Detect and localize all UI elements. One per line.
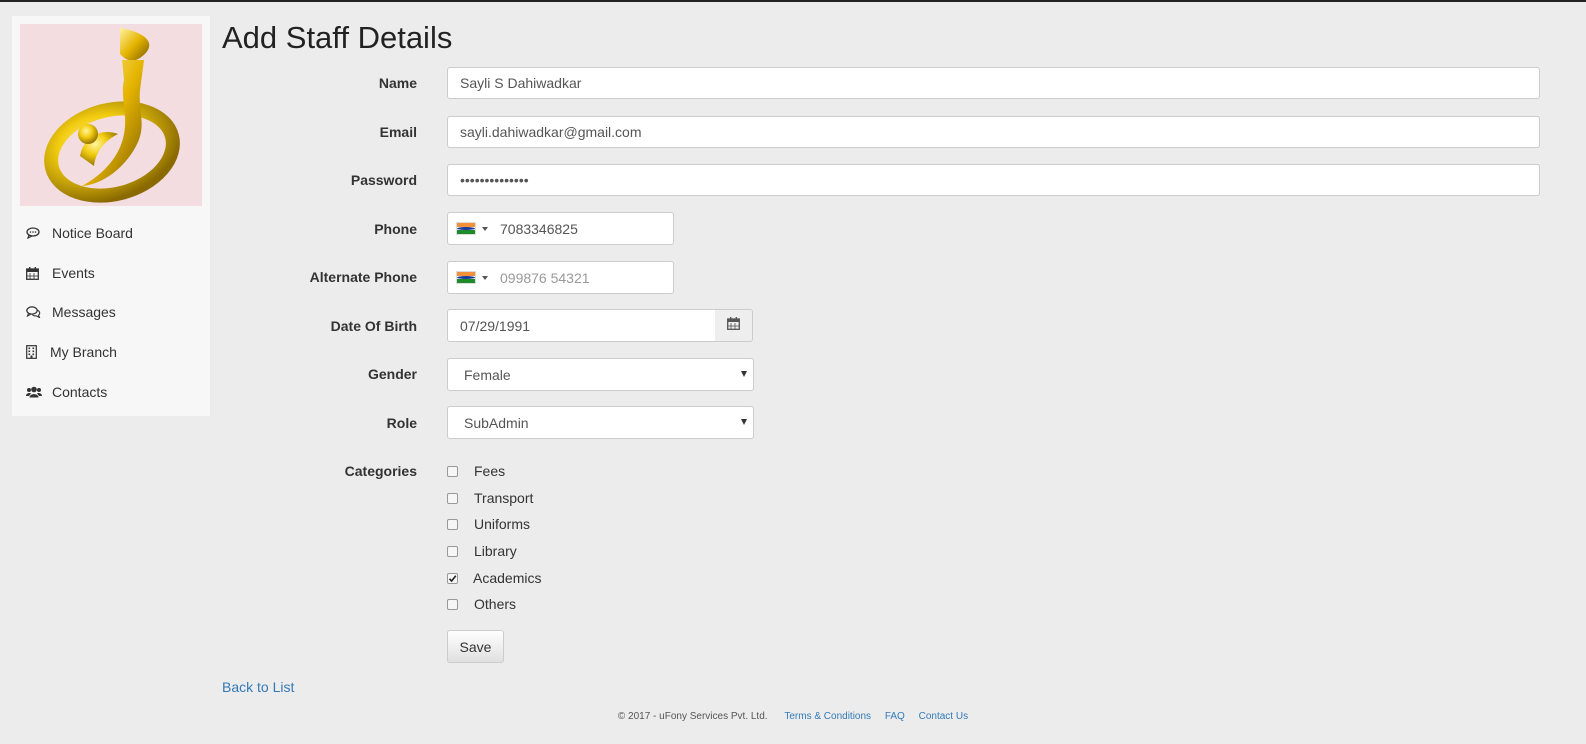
dropdown-arrow-icon — [741, 419, 747, 425]
uniforms-checkbox[interactable] — [447, 518, 458, 530]
caret-down-icon — [482, 226, 488, 231]
email-input[interactable] — [447, 116, 1540, 148]
category-option-fees: Fees — [447, 461, 505, 481]
contact-us-link[interactable]: Contact Us — [919, 711, 968, 722]
role-selected-value: SubAdmin — [464, 414, 529, 431]
footer: © 2017 - uFony Services Pvt. Ltd. Terms … — [0, 711, 1586, 722]
caret-down-icon — [482, 275, 488, 280]
role-select[interactable]: SubAdmin — [447, 406, 754, 439]
categories-label: Categories — [344, 463, 417, 479]
sidebar-item-notice-board[interactable]: Notice Board — [12, 215, 210, 251]
category-option-uniforms: Uniforms — [447, 514, 530, 534]
users-icon — [26, 386, 42, 398]
category-option-transport: Transport — [447, 488, 533, 508]
calendar-icon — [26, 266, 42, 280]
sidebar-item-label: Events — [52, 265, 95, 281]
school-logo — [20, 24, 202, 206]
sidebar-item-messages[interactable]: Messages — [12, 294, 210, 330]
email-label: Email — [379, 124, 417, 140]
academics-checkbox[interactable] — [447, 572, 458, 584]
checkmark-icon — [448, 574, 457, 582]
library-checkbox[interactable] — [447, 545, 458, 557]
checkbox-label: Uniforms — [474, 516, 531, 532]
comment-icon — [26, 227, 42, 239]
sidebar-item-label: Contacts — [52, 384, 108, 400]
calendar-picker-button[interactable] — [715, 309, 753, 342]
country-selector[interactable] — [456, 222, 488, 235]
india-flag-icon — [456, 222, 476, 235]
date-of-birth-label: Date Of Birth — [330, 318, 417, 334]
sidebar-item-label: My Branch — [50, 344, 117, 360]
category-option-others: Others — [447, 594, 516, 614]
page-title: Add Staff Details — [222, 20, 453, 55]
checkbox-label: Library — [474, 543, 517, 559]
top-border — [0, 0, 1586, 2]
password-label: Password — [350, 172, 417, 188]
password-input[interactable] — [447, 164, 1540, 196]
category-option-library: Library — [447, 541, 517, 561]
back-to-list-link[interactable]: Back to List — [222, 679, 294, 695]
checkbox-label: Academics — [473, 570, 542, 586]
checkbox-label: Others — [474, 596, 517, 612]
india-flag-icon — [456, 271, 476, 284]
country-selector[interactable] — [456, 271, 488, 284]
transport-checkbox[interactable] — [447, 492, 458, 504]
checkbox-label: Fees — [474, 463, 506, 479]
fees-checkbox[interactable] — [447, 465, 458, 477]
alternate-phone-field — [447, 261, 674, 294]
gender-selected-value: Female — [464, 366, 511, 383]
sidebar-item-events[interactable]: Events — [12, 255, 210, 291]
name-label: Name — [378, 75, 417, 91]
save-button[interactable]: Save — [447, 630, 504, 663]
phone-field — [447, 212, 674, 245]
calendar-icon — [727, 316, 740, 335]
terms-link[interactable]: Terms & Conditions — [784, 711, 871, 722]
phone-label: Phone — [374, 221, 417, 237]
name-input[interactable] — [447, 67, 1540, 99]
phone-input[interactable] — [500, 213, 660, 244]
building-icon — [26, 345, 42, 359]
faq-link[interactable]: FAQ — [885, 711, 905, 722]
copyright-text: © 2017 - uFony Services Pvt. Ltd. — [617, 711, 768, 722]
others-checkbox[interactable] — [447, 598, 458, 610]
gender-select[interactable]: Female — [447, 358, 754, 391]
dropdown-arrow-icon — [741, 371, 747, 377]
sidebar-item-my-branch[interactable]: My Branch — [12, 334, 210, 370]
alternate-phone-input[interactable] — [500, 262, 660, 293]
checkbox-label: Transport — [474, 490, 534, 506]
role-label: Role — [386, 415, 417, 431]
date-of-birth-input[interactable] — [447, 309, 716, 342]
alternate-phone-label: Alternate Phone — [309, 269, 417, 285]
sidebar-item-label: Notice Board — [52, 225, 133, 241]
sidebar-item-label: Messages — [52, 304, 116, 320]
comments-icon — [26, 306, 42, 318]
gender-label: Gender — [367, 366, 417, 382]
sidebar: Notice Board Events Messages My Branch C… — [12, 16, 210, 416]
sidebar-item-contacts[interactable]: Contacts — [12, 374, 210, 410]
category-option-academics: Academics — [447, 568, 541, 588]
